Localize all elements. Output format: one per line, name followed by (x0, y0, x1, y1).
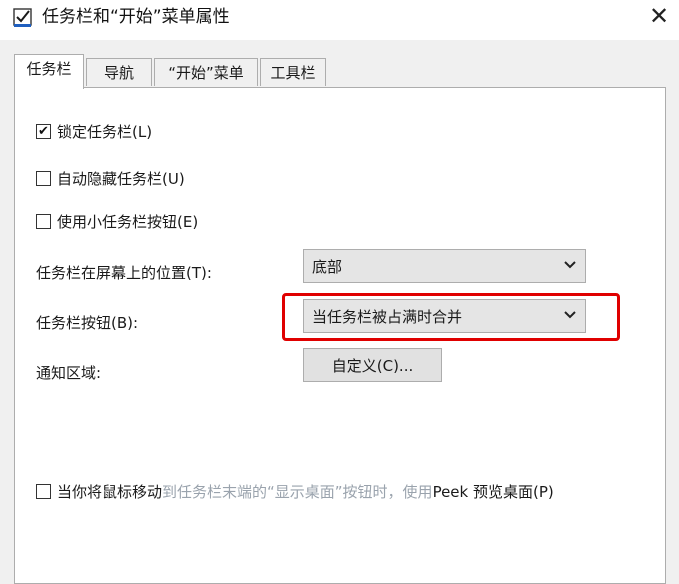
taskbar-properties-icon (13, 8, 32, 27)
taskbar-buttons-label: 任务栏按钮(B): (36, 314, 139, 332)
auto-hide-label: 自动隐藏任务栏(U) (57, 170, 185, 188)
tab-navigation[interactable]: 导航 (86, 58, 152, 86)
window-title: 任务栏和“开始”菜单属性 (42, 7, 230, 27)
peek-checkbox[interactable] (36, 484, 51, 499)
lock-taskbar-option[interactable]: ✔ 锁定任务栏(L) (36, 121, 152, 142)
auto-hide-option[interactable]: 自动隐藏任务栏(U) (36, 168, 185, 189)
taskbar-tab-panel (14, 87, 666, 584)
position-value: 底部 (312, 257, 343, 276)
peek-label-obscured: 到任务栏末端的“显示桌面”按钮时，使用 (162, 483, 433, 501)
close-button[interactable]: ✕ (639, 0, 679, 32)
taskbar-buttons-dropdown[interactable]: 当任务栏被占满时合并 (303, 299, 586, 333)
peek-label-suffix: Peek 预览桌面(P) (432, 483, 554, 501)
small-buttons-label: 使用小任务栏按钮(E) (57, 213, 199, 231)
tab-start-menu[interactable]: “开始”菜单 (154, 58, 258, 86)
small-buttons-checkbox[interactable] (36, 214, 51, 229)
customize-button[interactable]: 自定义(C)... (303, 348, 442, 382)
peek-label-prefix: 当你将鼠标移动 (57, 483, 163, 501)
lock-taskbar-label: 锁定任务栏(L) (57, 123, 153, 141)
position-label: 任务栏在屏幕上的位置(T): (36, 264, 212, 282)
position-dropdown[interactable]: 底部 (303, 249, 586, 283)
close-icon: ✕ (648, 2, 670, 30)
lock-taskbar-checkbox[interactable]: ✔ (36, 124, 51, 139)
taskbar-buttons-value: 当任务栏被占满时合并 (312, 307, 463, 326)
notification-area-label: 通知区域: (36, 364, 102, 382)
chevron-down-icon (564, 261, 576, 269)
tab-taskbar[interactable]: 任务栏 (14, 54, 84, 89)
auto-hide-checkbox[interactable] (36, 171, 51, 186)
small-buttons-option[interactable]: 使用小任务栏按钮(E) (36, 211, 198, 232)
title-bar: 任务栏和“开始”菜单属性 ✕ (0, 0, 679, 40)
tab-toolbars[interactable]: 工具栏 (260, 58, 326, 86)
peek-option[interactable]: 当你将鼠标移动 到任务栏末端的“显示桌面”按钮时，使用 Peek 预览桌面(P) (36, 481, 554, 502)
chevron-down-icon (564, 311, 576, 319)
